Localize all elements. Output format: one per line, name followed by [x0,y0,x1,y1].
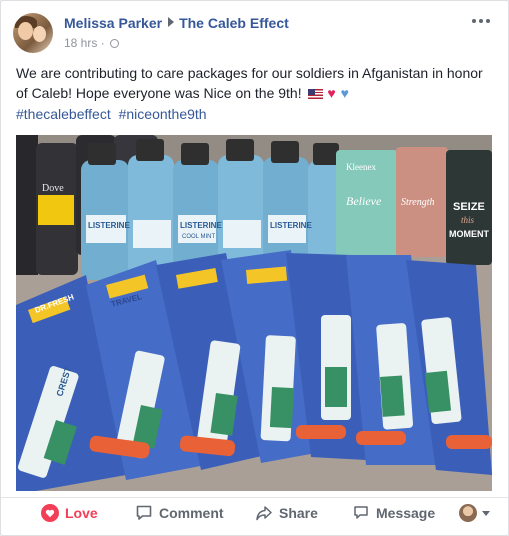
share-button[interactable]: Share [255,504,318,522]
heart-icon [41,504,59,522]
care-package-photo: Dove LISTERINE LISTERINE LISTERINE COOL … [16,135,492,491]
caret-down-icon [482,510,490,516]
post-meta: 18 hrs · [64,36,120,50]
share-icon [256,506,272,521]
more-options-icon[interactable] [472,19,490,25]
comment-icon [136,505,152,520]
meta-separator: · [100,36,105,50]
love-label: Love [65,505,98,521]
message-icon [354,506,368,519]
comment-button[interactable]: Comment [135,504,224,522]
hashtag-link[interactable]: #niceonthe9th [119,106,207,122]
triangle-right-icon [168,17,175,27]
post-timestamp[interactable]: 18 hrs [64,36,97,50]
love-button[interactable]: Love [41,504,98,522]
post-text: We are contributing to care packages for… [16,63,486,103]
share-label: Share [279,505,318,521]
author-avatar[interactable] [13,13,53,53]
blue-heart-icon: ♥ [340,85,349,101]
post-card: Melissa Parker The Caleb Effect 18 hrs · … [0,0,509,536]
hashtag-link[interactable]: #thecalebeffect [16,106,111,122]
globe-icon[interactable] [110,39,120,48]
message-label: Message [376,505,436,521]
post-body: We are contributing to care packages for… [16,65,483,101]
us-flag-icon [307,89,323,99]
post-photo[interactable]: Dove LISTERINE LISTERINE LISTERINE COOL … [16,135,492,491]
viewer-avatar [459,504,477,522]
post-actions-bar: Love Comment Share Message [1,497,508,530]
red-heart-icon: ♥ [327,85,336,101]
post-as-selector[interactable] [459,504,490,522]
post-attribution: Melissa Parker The Caleb Effect [64,15,289,31]
post-header: Melissa Parker The Caleb Effect 18 hrs · [13,11,493,55]
hashtags: #thecalebeffect #niceonthe9th [16,106,211,122]
page-name[interactable]: The Caleb Effect [179,15,289,31]
author-name[interactable]: Melissa Parker [64,15,162,31]
comment-label: Comment [159,505,224,521]
message-button[interactable]: Message [352,504,435,522]
